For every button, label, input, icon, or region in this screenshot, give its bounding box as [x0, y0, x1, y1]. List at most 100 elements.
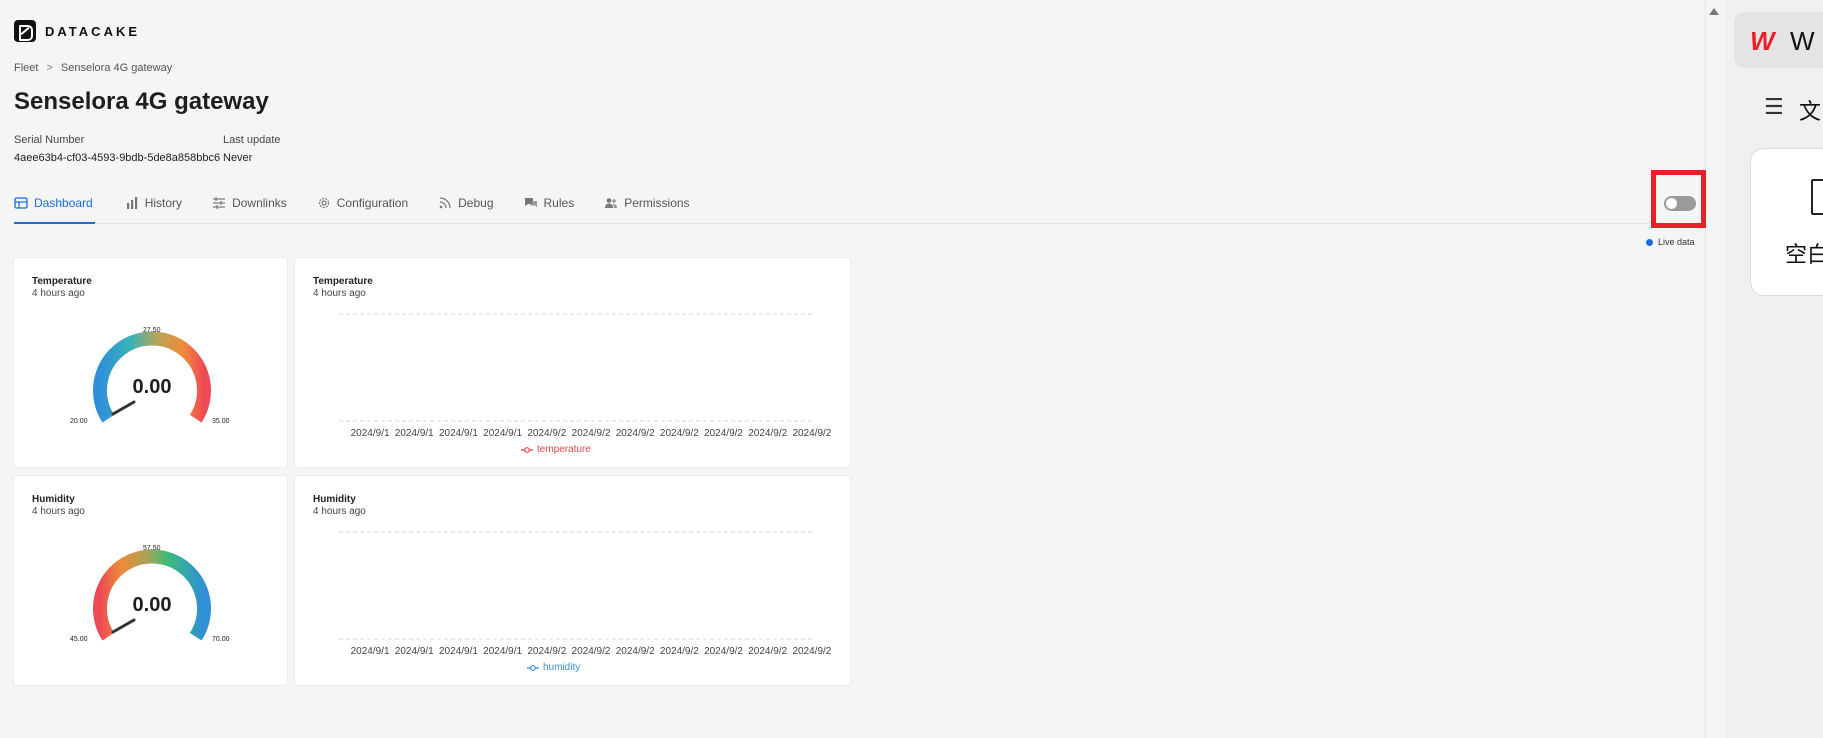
legend-label: humidity: [543, 662, 581, 673]
page-scrollbar[interactable]: [1706, 0, 1726, 738]
x-tick-label: 2024/9/2: [527, 428, 566, 438]
tab-configuration-label: Configuration: [336, 196, 409, 210]
x-tick-label: 2024/9/2: [704, 428, 743, 438]
card-title: Humidity: [32, 494, 75, 505]
gauge-needle: [111, 400, 136, 416]
wps-side-panel: W W ☰ 文 空白: [1726, 0, 1823, 738]
breadcrumb-separator-icon: >: [46, 62, 53, 74]
legend-line-icon: [527, 664, 539, 671]
main-area: DATACAKE Fleet > Senselora 4G gateway Se…: [0, 0, 1706, 738]
x-tick-label: 2024/9/1: [439, 428, 478, 438]
x-tick-label: 2024/9/1: [439, 646, 478, 656]
live-data-label: Live data: [1658, 237, 1695, 247]
x-tick-label: 2024/9/2: [748, 428, 787, 438]
page-title: Senselora 4G gateway: [14, 88, 269, 115]
tab-downlinks-label: Downlinks: [232, 196, 287, 210]
tab-dashboard-label: Dashboard: [34, 196, 93, 210]
tab-history[interactable]: History: [125, 192, 212, 224]
last-update-block: Last update Never: [223, 134, 281, 164]
x-tick-label: 2024/9/2: [572, 646, 611, 656]
gauge-value: 0.00: [132, 376, 172, 398]
tab-rules[interactable]: Rules: [524, 192, 605, 224]
x-tick-label: 2024/9/1: [395, 646, 434, 656]
humidity-line-chart: 2024/9/1 2024/9/1 2024/9/1 2024/9/1 2024/9/2…: [339, 531, 832, 656]
tab-dashboard[interactable]: Dashboard: [14, 192, 95, 224]
temperature-line-chart: 2024/9/1 2024/9/1 2024/9/1 2024/9/1 2024/9/2…: [339, 313, 832, 438]
x-tick-label: 2024/9/2: [616, 428, 655, 438]
x-tick-label: 2024/9/1: [351, 646, 390, 656]
x-tick-label: 2024/9/2: [748, 646, 787, 656]
logo-text: DATACAKE: [45, 23, 141, 39]
x-tick-label: 2024/9/2: [572, 428, 611, 438]
blank-document-card[interactable]: 空白: [1750, 148, 1823, 296]
serial-number-label: Serial Number: [14, 134, 85, 146]
scroll-up-icon[interactable]: [1709, 8, 1719, 15]
gauge-max-label: 35.00: [212, 418, 230, 425]
tab-permissions[interactable]: Permissions: [604, 192, 719, 224]
x-tick-label: 2024/9/2: [660, 428, 699, 438]
chat-icon: [524, 198, 537, 207]
tab-configuration[interactable]: Configuration: [317, 192, 438, 224]
tab-permissions-label: Permissions: [624, 196, 690, 210]
tab-debug[interactable]: Debug: [438, 192, 523, 224]
card-title: Temperature: [32, 276, 92, 287]
wps-logo-icon: W: [1750, 26, 1775, 56]
live-data-indicator: Live data: [1646, 237, 1695, 247]
document-icon: [1811, 179, 1823, 215]
code-icon: [1666, 198, 1677, 209]
x-tick-label: 2024/9/1: [395, 428, 434, 438]
device-tabs: Dashboard History Downlinks Configuratio…: [14, 192, 1695, 224]
gauge-mid-label: 27.50: [143, 327, 161, 334]
users-icon: [605, 198, 618, 208]
serial-number-value: 4aee63b4-cf03-4593-9bdb-5de8a858bbc6: [14, 152, 221, 164]
tab-downlinks[interactable]: Downlinks: [212, 192, 317, 224]
chart-legend[interactable]: temperature: [521, 444, 591, 455]
live-data-toggle[interactable]: [1664, 196, 1696, 211]
x-tick-label: 2024/9/1: [483, 646, 522, 656]
chart-legend[interactable]: humidity: [527, 662, 580, 673]
last-update-value: Never: [223, 152, 253, 164]
gauge-max-label: 70.00: [212, 636, 230, 643]
rss-icon: [439, 197, 451, 209]
tab-history-label: History: [144, 196, 183, 210]
bar-chart-icon: [126, 197, 137, 209]
datacake-logo-icon: [14, 20, 36, 42]
gear-icon: [318, 197, 329, 209]
wps-brand-letter: W: [1790, 26, 1815, 56]
x-tick-label: 2024/9/2: [704, 646, 743, 656]
x-tick-label: 2024/9/2: [792, 646, 831, 656]
x-tick-label: 2024/9/1: [351, 428, 390, 438]
gauge-mid-label: 57.50: [143, 545, 161, 552]
tab-rules-label: Rules: [543, 196, 575, 210]
gauge-value: 0.00: [132, 594, 172, 616]
last-update-label: Last update: [223, 134, 281, 146]
serial-number-block: Serial Number 4aee63b4-cf03-4593-9bdb-5d…: [14, 134, 220, 164]
gauge-needle: [111, 618, 136, 634]
humidity-gauge-card: Humidity 4 hours ago 57.50 45.00 70.00 0…: [14, 476, 287, 685]
legend-line-icon: [521, 446, 533, 453]
card-subtitle: 4 hours ago: [32, 506, 85, 517]
live-dot-icon: [1646, 238, 1653, 246]
temperature-gauge-card: Temperature 4 hours ago 27.50 20.00 35.0…: [14, 258, 287, 467]
x-tick-label: 2024/9/1: [483, 428, 522, 438]
menu-icon[interactable]: ☰: [1764, 94, 1784, 120]
gauge-min-label: 45.00: [70, 636, 88, 643]
legend-label: temperature: [537, 444, 591, 455]
x-tick-label: 2024/9/2: [660, 646, 699, 656]
x-tick-label: 2024/9/2: [616, 646, 655, 656]
side-menu-text: 文: [1799, 99, 1822, 124]
table-icon: [14, 197, 28, 209]
gauge-min-label: 20.00: [70, 418, 88, 425]
blank-doc-label: 空白: [1785, 242, 1823, 267]
sliders-icon: [213, 197, 226, 209]
temperature-chart-card: Temperature 4 hours ago 2024/9/1 2024/9/1…: [295, 258, 850, 467]
humidity-chart-card: Humidity 4 hours ago 2024/9/1 2024/9/1 202…: [295, 476, 850, 685]
breadcrumb-current: Senselora 4G gateway: [60, 62, 173, 74]
card-subtitle: 4 hours ago: [32, 288, 85, 299]
tab-debug-label: Debug: [458, 196, 494, 210]
app-logo[interactable]: DATACAKE: [14, 20, 140, 42]
x-tick-label: 2024/9/2: [792, 428, 831, 438]
breadcrumb: Fleet > Senselora 4G gateway: [14, 62, 172, 74]
x-tick-label: 2024/9/2: [527, 646, 566, 656]
breadcrumb-fleet[interactable]: Fleet: [14, 62, 38, 74]
